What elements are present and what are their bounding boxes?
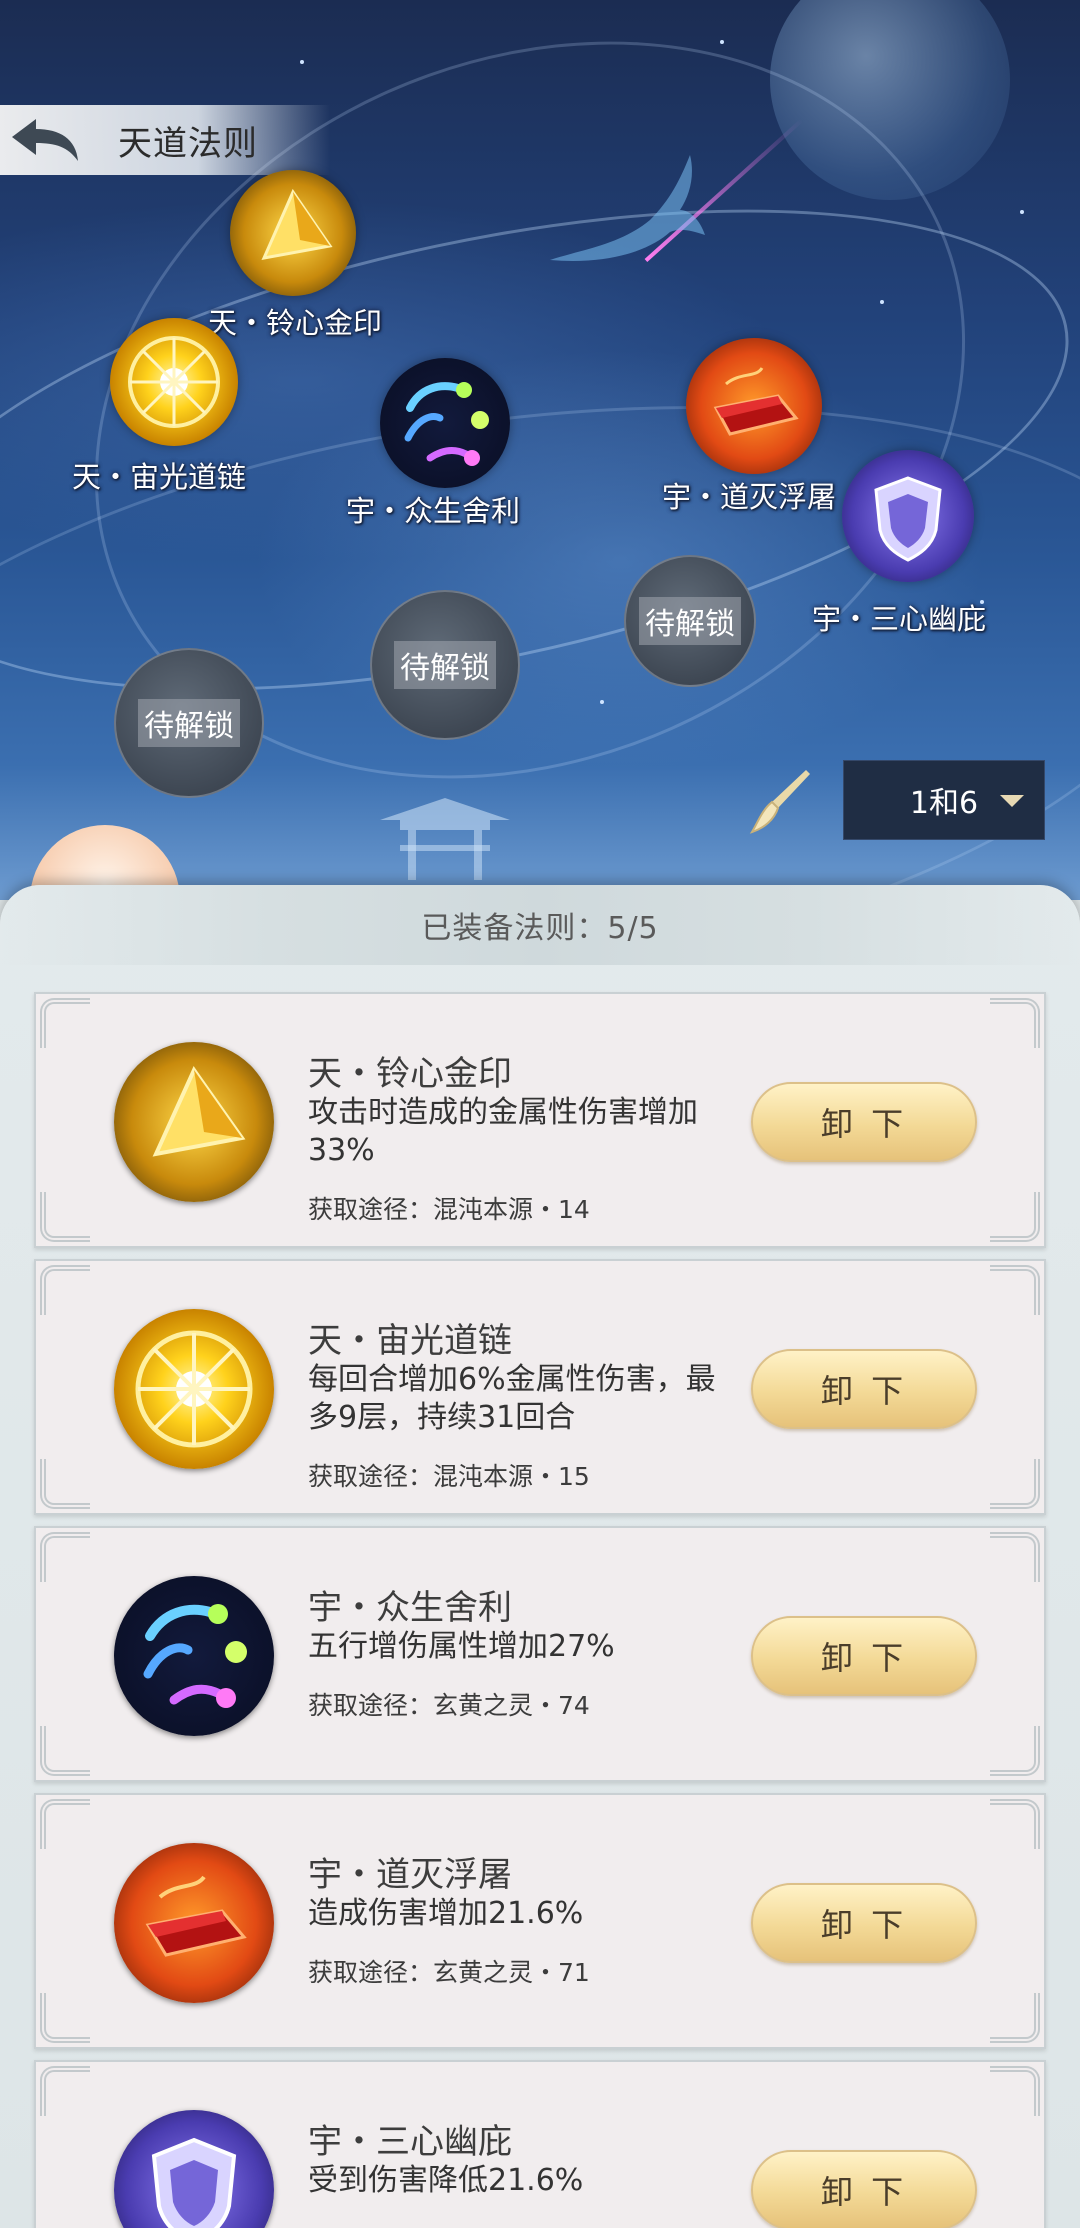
golden-pyramid-icon (230, 170, 356, 296)
locked-label: 待解锁 (394, 641, 496, 689)
golden-pyramid-icon (114, 1042, 274, 1202)
loadout-selector[interactable]: 1和6 (843, 760, 1045, 840)
law-description: 受到伤害降低21.6% (308, 2163, 584, 2198)
unequip-button[interactable]: 卸 下 (751, 1616, 977, 1696)
law-node-lingxin[interactable]: 天・铃心金印 (208, 170, 382, 340)
brush-icon (749, 770, 810, 834)
red-crystal-icon (686, 338, 822, 474)
card-corner-ornament (990, 1265, 1040, 1315)
card-corner-ornament (40, 1799, 90, 1849)
card-corner-ornament (990, 1532, 1040, 1582)
unequip-button[interactable]: 卸 下 (751, 1883, 977, 1963)
card-corner-ornament (40, 1993, 90, 2043)
equipped-count-text: 已装备法则：5/5 (421, 911, 659, 946)
locked-law-node[interactable]: 待解锁 (370, 590, 520, 740)
golden-sun-icon (114, 1309, 274, 1469)
star (600, 700, 604, 704)
card-corner-ornament (40, 1532, 90, 1582)
card-corner-ornament (990, 1192, 1040, 1242)
law-card: 宇・三心幽庇 受到伤害降低21.6% 卸 下 (34, 2060, 1046, 2228)
law-node-zhongsheng[interactable]: 宇・众生舍利 (346, 358, 520, 528)
law-node-sanxin[interactable]: 宇・三心幽庇 (812, 450, 986, 636)
card-corner-ornament (40, 1192, 90, 1242)
card-corner-ornament (990, 998, 1040, 1048)
law-source: 获取途径：混沌本源・14 (308, 1195, 590, 1224)
chevron-down-icon (1000, 795, 1024, 807)
equipped-laws-panel: 已装备法则：5/5 天・铃心金印 攻击时造成的金属性伤害增加33% 获取途径：混… (0, 885, 1080, 2228)
comet-orb-icon (380, 358, 510, 488)
law-node-label: 宇・三心幽庇 (812, 602, 987, 636)
locked-law-node[interactable]: 待解锁 (114, 648, 264, 798)
law-node-label: 天・宙光道链 (72, 460, 247, 494)
law-description: 攻击时造成的金属性伤害增加33% (308, 1095, 698, 1168)
card-corner-ornament (990, 1799, 1040, 1849)
card-corner-ornament (40, 1459, 90, 1509)
law-map-scene: 天道法则 天・铃心金印 天・宙光道链 宇・众生舍利 宇・道灭浮屠 宇・三心幽庇 … (0, 0, 1080, 900)
law-source: 获取途径：玄黄之灵・71 (308, 1958, 590, 1987)
equipped-count-bar: 已装备法则：5/5 (0, 885, 1080, 965)
law-source: 获取途径：玄黄之灵・74 (308, 1691, 590, 1720)
law-card: 宇・众生舍利 五行增伤属性增加27% 获取途径：玄黄之灵・74 卸 下 (34, 1526, 1046, 1782)
unequip-button[interactable]: 卸 下 (751, 1349, 977, 1429)
pavilion-decoration (380, 798, 510, 880)
card-corner-ornament (990, 2066, 1040, 2116)
star (720, 40, 724, 44)
locked-law-node[interactable]: 待解锁 (624, 555, 756, 687)
law-node-zhouguang[interactable]: 天・宙光道链 (72, 318, 246, 494)
law-node-daomie[interactable]: 宇・道灭浮屠 (662, 338, 836, 514)
comet-orb-icon (114, 1576, 274, 1736)
red-crystal-icon (114, 1843, 274, 2003)
law-description: 五行增伤属性增加27% (308, 1629, 615, 1664)
law-card: 天・铃心金印 攻击时造成的金属性伤害增加33% 获取途径：混沌本源・14 卸 下 (34, 992, 1046, 1248)
law-description: 每回合增加6%金属性伤害，最多9层，持续31回合 (308, 1362, 716, 1435)
unequip-button[interactable]: 卸 下 (751, 2150, 977, 2228)
law-name: 宇・众生舍利 (308, 1588, 512, 1628)
card-corner-ornament (40, 2066, 90, 2116)
whale-decoration (550, 155, 705, 261)
golden-sun-icon (110, 318, 238, 446)
selector-value: 1和6 (909, 786, 979, 821)
locked-label: 待解锁 (639, 597, 741, 645)
shield-icon (842, 450, 974, 582)
law-name: 宇・道灭浮屠 (308, 1855, 512, 1895)
law-node-label: 宇・众生舍利 (346, 494, 521, 528)
card-corner-ornament (990, 1726, 1040, 1776)
law-card: 宇・道灭浮屠 造成伤害增加21.6% 获取途径：玄黄之灵・71 卸 下 (34, 1793, 1046, 2049)
star (1020, 210, 1024, 214)
card-corner-ornament (40, 1726, 90, 1776)
card-corner-ornament (40, 998, 90, 1048)
law-node-label: 宇・道灭浮屠 (662, 480, 837, 514)
law-description: 造成伤害增加21.6% (308, 1896, 584, 1931)
star (300, 60, 304, 64)
law-name: 天・宙光道链 (308, 1321, 512, 1361)
brush-button[interactable] (748, 768, 818, 838)
law-name: 天・铃心金印 (308, 1054, 512, 1094)
page-title: 天道法则 (118, 123, 258, 164)
law-source: 获取途径：混沌本源・15 (308, 1462, 590, 1491)
unequip-button[interactable]: 卸 下 (751, 1082, 977, 1162)
star (880, 300, 884, 304)
back-arrow-icon (12, 119, 78, 161)
shield-icon (114, 2110, 274, 2228)
law-name: 宇・三心幽庇 (308, 2122, 512, 2162)
back-button[interactable] (0, 105, 90, 175)
page-header: 天道法则 (0, 105, 330, 175)
card-corner-ornament (40, 1265, 90, 1315)
card-corner-ornament (990, 1993, 1040, 2043)
card-corner-ornament (990, 1459, 1040, 1509)
locked-label: 待解锁 (138, 699, 240, 747)
law-card: 天・宙光道链 每回合增加6%金属性伤害，最多9层，持续31回合 获取途径：混沌本… (34, 1259, 1046, 1515)
